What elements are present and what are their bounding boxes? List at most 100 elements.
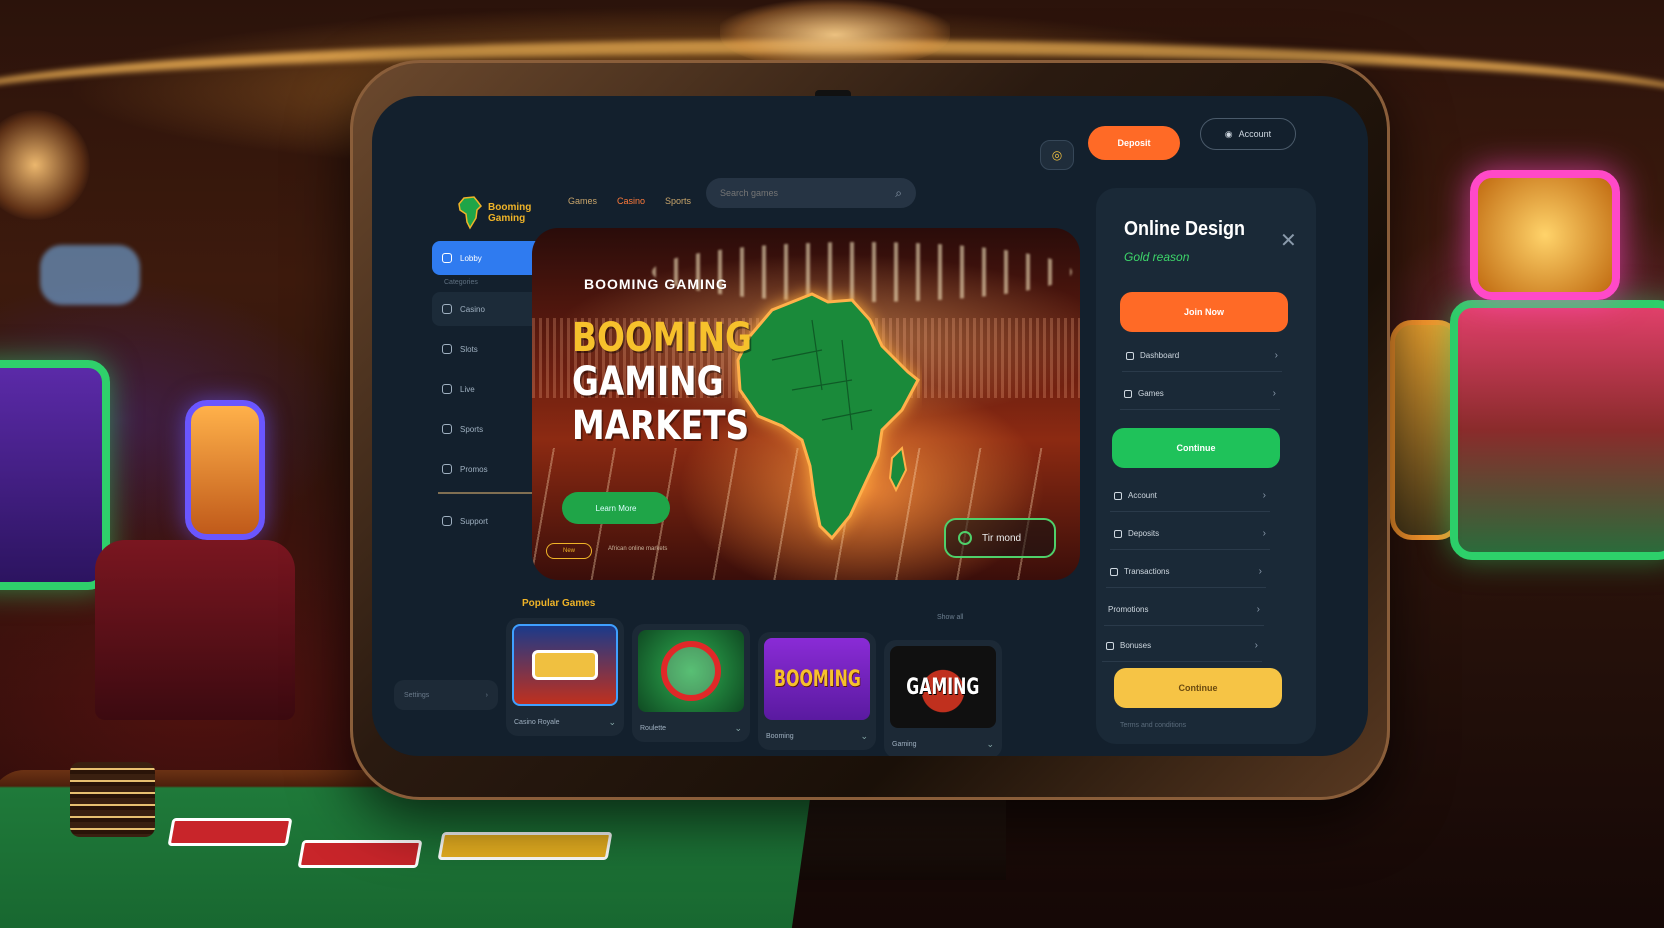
sidebar-item-label: Support — [460, 516, 489, 526]
account-button[interactable]: ◉ Account — [1200, 118, 1296, 150]
game-card[interactable]: Roulette ⌄ — [632, 624, 750, 742]
continue-button[interactable]: Continue — [1112, 428, 1280, 468]
live-icon — [442, 384, 452, 394]
game-thumbnail — [512, 624, 618, 706]
panel-row-text: Bonuses — [1120, 641, 1152, 650]
panel-row-label: Promotions — [1108, 605, 1148, 614]
game-card[interactable]: Casino Royale ⌄ — [506, 618, 624, 736]
search-input[interactable] — [720, 188, 870, 198]
terms-link[interactable]: Terms and conditions — [1120, 722, 1186, 729]
search-bar[interactable]: ⌕ — [706, 178, 916, 208]
chevron-down-icon: ⌄ — [986, 739, 994, 749]
account-icon — [1114, 491, 1122, 500]
game-name: Booming — [766, 733, 794, 740]
gift-icon — [442, 464, 452, 474]
hero-title-line: GAMING — [572, 359, 724, 405]
chevron-right-icon: › — [1256, 604, 1260, 615]
panel-row-text: Account — [1128, 491, 1157, 500]
hero-info-pill[interactable]: Tir mond — [944, 518, 1056, 558]
game-card[interactable]: BOOMING Booming ⌄ — [758, 632, 876, 750]
home-icon — [442, 253, 452, 263]
chevron-down-icon: ⌄ — [608, 717, 616, 727]
panel-row-label: Bonuses — [1106, 641, 1151, 650]
brand-logo[interactable]: Booming Gaming — [458, 196, 552, 230]
search-icon[interactable]: ⌕ — [895, 186, 902, 201]
coin-icon: ◎ — [1051, 148, 1063, 162]
game-name: Casino Royale — [514, 719, 560, 726]
panel-row[interactable]: Promotions › — [1104, 594, 1264, 626]
chevron-down-icon: ⌄ — [860, 731, 868, 741]
coin-button[interactable]: ◎ — [1040, 140, 1074, 170]
game-thumbnail: BOOMING — [764, 638, 870, 720]
chevron-right-icon: › — [1262, 528, 1266, 539]
panel-row-label: Games — [1124, 389, 1164, 398]
games-icon — [1124, 389, 1132, 398]
panel-row[interactable]: Deposits › — [1110, 518, 1270, 550]
nav-item-games[interactable]: Games — [568, 196, 597, 206]
slot-machine-left-small — [185, 400, 265, 540]
panel-subtitle: Gold reason — [1124, 250, 1190, 264]
tablet-device: EXE Booming Gaming Games Casino Sports ⌕… — [350, 60, 1390, 800]
chevron-down-icon: ⌄ — [734, 723, 742, 733]
roulette-wheel-icon — [661, 641, 721, 701]
main-nav: Games Casino Sports — [568, 196, 691, 206]
chevron-right-icon: › — [1258, 566, 1262, 577]
chevron-right-icon: › — [1274, 350, 1278, 361]
chevron-right-icon: › — [1254, 640, 1258, 651]
slot-machine-topper — [1470, 170, 1620, 300]
ball-icon — [442, 424, 452, 434]
app-screen: Booming Gaming Games Casino Sports ⌕ ◎ D… — [372, 96, 1368, 756]
panel-row[interactable]: Dashboard › — [1122, 340, 1282, 372]
panel-row[interactable]: Games › — [1120, 378, 1280, 410]
deposit-button[interactable]: Deposit — [1088, 126, 1180, 160]
panel-row-text: Deposits — [1128, 529, 1160, 538]
hero-title-line: MARKETS — [572, 403, 750, 449]
sidebar-item-label: Live — [460, 384, 475, 394]
user-icon: ◉ — [1224, 128, 1233, 139]
felt-bet-box — [437, 832, 613, 860]
bonus-icon — [1106, 641, 1114, 650]
game-card[interactable]: GAMING Gaming ⌄ — [884, 640, 1002, 756]
game-thumbnail: GAMING — [890, 646, 996, 728]
panel-row-label: Dashboard — [1126, 351, 1179, 360]
panel-row-label: Deposits — [1114, 529, 1159, 538]
receipt-icon — [1110, 567, 1118, 576]
chevron-right-icon: › — [1272, 388, 1276, 399]
panel-row[interactable]: Bonuses › — [1102, 630, 1262, 662]
chevron-right-icon: › — [485, 691, 488, 699]
join-button[interactable]: Join Now — [1120, 292, 1288, 332]
sidebar-item-label: Slots — [460, 344, 478, 354]
app-header: Booming Gaming Games Casino Sports ⌕ ◎ D… — [372, 96, 1368, 230]
game-thumbnail-title: GAMING — [906, 674, 980, 700]
game-thumbnail — [638, 630, 744, 712]
game-name: Roulette — [640, 725, 667, 732]
chip-stack — [70, 762, 155, 837]
felt-bet-box — [167, 818, 293, 846]
close-icon[interactable]: ✕ — [1280, 228, 1297, 253]
hero-kicker: BOOMING GAMING — [584, 276, 728, 292]
cards-icon — [442, 304, 452, 314]
panel-row-text: Promotions — [1108, 605, 1149, 614]
panel-row-label: Transactions — [1110, 567, 1170, 576]
sidebar-item-label: Sports — [460, 424, 484, 434]
sidebar-item-label: Promos — [460, 464, 488, 474]
sidebar-settings-button[interactable]: Settings › — [394, 680, 498, 710]
games-row: Casino Royale ⌄ Roulette ⌄ BOOMING Boomi… — [506, 618, 1046, 756]
slot-machine-left — [0, 360, 110, 590]
slot-machine-right — [1450, 300, 1664, 560]
nav-item-sports[interactable]: Sports — [665, 196, 691, 206]
wallet-icon — [1114, 529, 1122, 538]
chevron-right-icon: › — [1262, 490, 1266, 501]
nav-item-casino[interactable]: Casino — [617, 196, 645, 206]
continue-yellow-button[interactable]: Continue — [1114, 668, 1282, 708]
panel-row[interactable]: Transactions › — [1106, 556, 1266, 588]
panel-row-text: Transactions — [1124, 567, 1170, 576]
panel-title: Online Design — [1124, 218, 1246, 240]
hero-caption: African online markets — [608, 546, 668, 552]
side-panel: Online Design Gold reason ✕ Join Now Das… — [1096, 188, 1316, 744]
felt-bet-box — [297, 840, 423, 868]
hero-cta-button[interactable]: Learn More — [562, 492, 670, 524]
section-title: Popular Games — [522, 598, 596, 609]
sidebar-footer-label: Settings — [404, 691, 430, 699]
panel-row[interactable]: Account › — [1110, 480, 1270, 512]
